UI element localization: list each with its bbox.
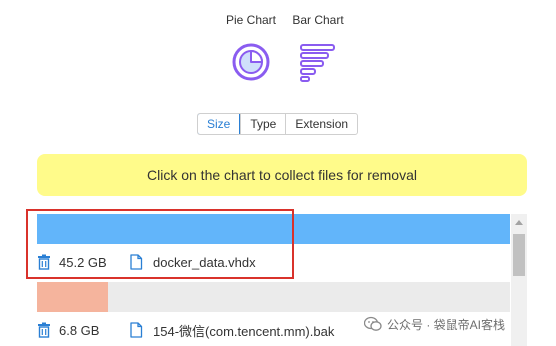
tab-type[interactable]: Type [240, 114, 285, 134]
pie-chart-option[interactable]: Pie Chart [222, 12, 280, 82]
instruction-banner: Click on the chart to collect files for … [37, 154, 527, 196]
file-icon [130, 322, 143, 338]
file-name: 154-微信(com.tencent.mm).bak [153, 323, 335, 339]
sort-by-segmented-control: Size Type Extension [197, 113, 359, 135]
pie-chart-icon [232, 43, 270, 81]
bar-chart-option[interactable]: Bar Chart [288, 12, 348, 82]
bar-chart-icon [300, 44, 335, 82]
wechat-icon [364, 316, 382, 331]
watermark-text: 公众号 · 袋鼠帝AI客栈 [387, 317, 506, 332]
tab-extension[interactable]: Extension [285, 114, 357, 134]
size-bar[interactable] [37, 282, 109, 312]
vertical-scrollbar[interactable] [511, 214, 527, 346]
size-bar-track[interactable] [37, 282, 510, 312]
file-size: 6.8 GB [59, 322, 100, 338]
pie-chart-label: Pie Chart [225, 13, 277, 27]
file-meta: 6.8 GB 154-微信(com.tencent.mm).bak [37, 322, 335, 339]
scrollbar-thumb[interactable] [513, 234, 525, 276]
annotation-highlight-box [26, 209, 294, 279]
scroll-up-arrow-icon[interactable] [515, 220, 523, 225]
bar-chart-label: Bar Chart [292, 13, 344, 27]
tab-size[interactable]: Size [198, 114, 241, 134]
trash-icon[interactable] [37, 322, 51, 338]
watermark: 公众号 · 袋鼠帝AI客栈 [364, 313, 505, 335]
